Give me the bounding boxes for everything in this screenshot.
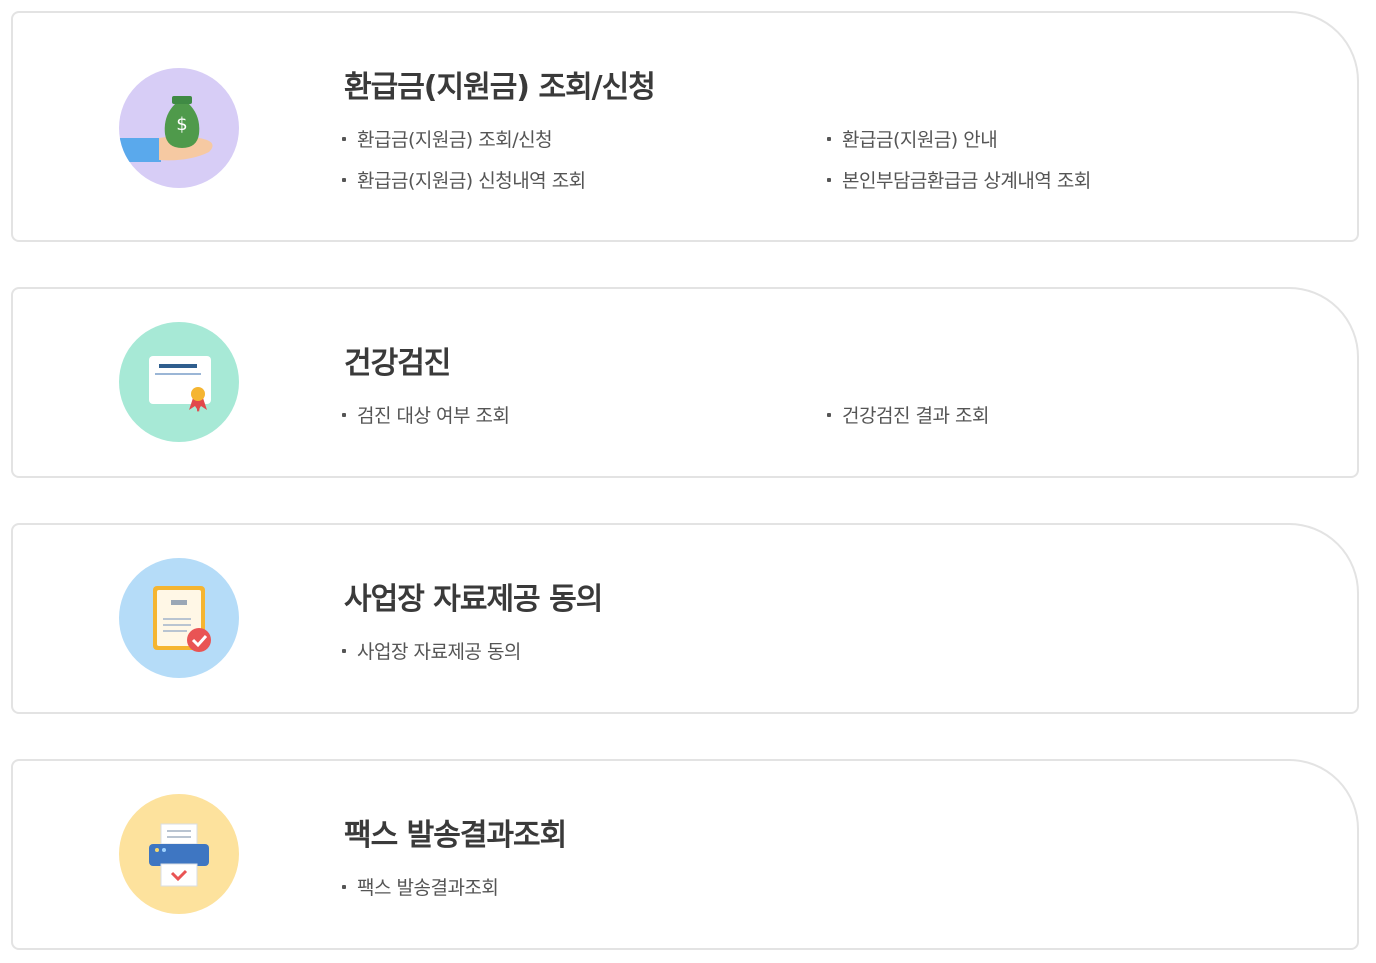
bullet: [827, 136, 831, 141]
link-label: 본인부담금환급금 상계내역 조회: [842, 170, 1091, 192]
link-label: 건강검진 결과 조회: [842, 405, 989, 427]
refund-card: $ 환급금(지원금) 조회/신청 환급금(지원금) 조회/신청 환급금(지원금)…: [11, 11, 1359, 242]
bullet: [342, 412, 346, 417]
link-workplace-consent[interactable]: 사업장 자료제공 동의: [342, 637, 521, 664]
document-check-icon: [119, 558, 239, 678]
link-refund-history[interactable]: 환급금(지원금) 신청내역 조회: [342, 166, 586, 193]
fax-printer-icon: [119, 794, 239, 914]
link-checkup-result[interactable]: 건강검진 결과 조회: [827, 401, 989, 428]
workplace-consent-card: 사업장 자료제공 동의 사업장 자료제공 동의: [11, 523, 1359, 714]
link-refund-inquiry[interactable]: 환급금(지원금) 조회/신청: [342, 125, 553, 152]
link-label: 사업장 자료제공 동의: [357, 641, 521, 663]
link-label: 환급금(지원금) 신청내역 조회: [357, 170, 586, 192]
link-label: 환급금(지원금) 조회/신청: [357, 129, 553, 151]
link-refund-guide[interactable]: 환급금(지원금) 안내: [827, 125, 998, 152]
bullet: [827, 412, 831, 417]
link-fax-result[interactable]: 팩스 발송결과조회: [342, 873, 499, 900]
bullet: [827, 177, 831, 182]
bullet: [342, 648, 346, 653]
card-title: 환급금(지원금) 조회/신청: [344, 70, 656, 105]
link-checkup-eligibility[interactable]: 검진 대상 여부 조회: [342, 401, 510, 428]
card-title: 사업장 자료제공 동의: [344, 582, 603, 617]
fax-result-card: 팩스 발송결과조회 팩스 발송결과조회: [11, 759, 1359, 950]
certificate-icon: [119, 322, 239, 442]
money-bag-icon: $: [119, 68, 239, 188]
link-label: 환급금(지원금) 안내: [842, 129, 998, 151]
link-label: 팩스 발송결과조회: [357, 877, 499, 899]
link-label: 검진 대상 여부 조회: [357, 405, 510, 427]
bullet: [342, 136, 346, 141]
bullet: [342, 884, 346, 889]
health-checkup-card: 건강검진 검진 대상 여부 조회 건강검진 결과 조회: [11, 287, 1359, 478]
card-title: 팩스 발송결과조회: [344, 818, 567, 853]
svg-text:$: $: [176, 114, 187, 135]
card-title: 건강검진: [344, 346, 451, 381]
link-offset-history[interactable]: 본인부담금환급금 상계내역 조회: [827, 166, 1091, 193]
bullet: [342, 177, 346, 182]
